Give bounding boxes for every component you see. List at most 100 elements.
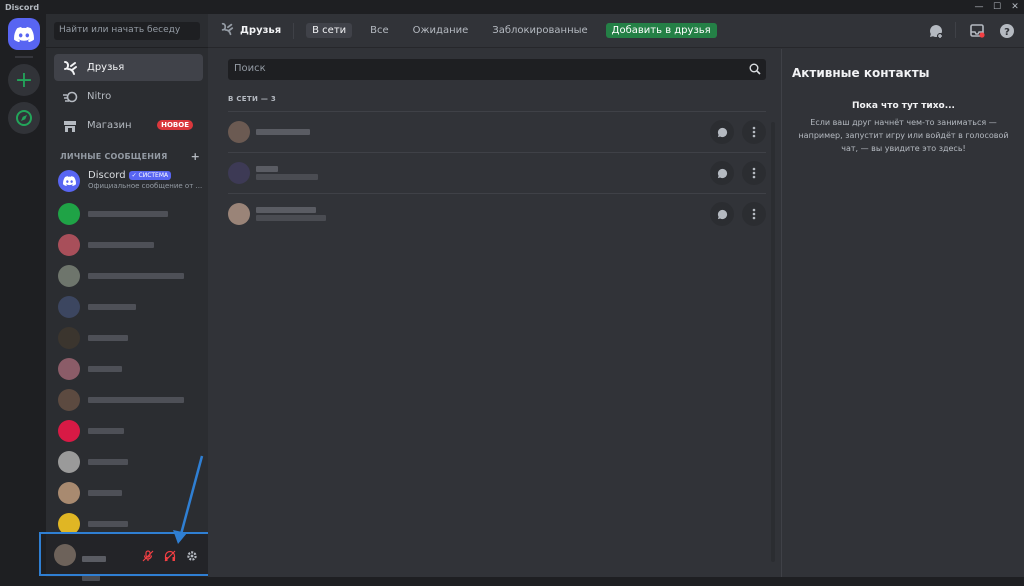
friend-name xyxy=(256,207,316,213)
more-vertical-icon xyxy=(752,167,756,179)
message-button[interactable] xyxy=(710,202,734,226)
scrollbar[interactable] xyxy=(771,122,775,562)
window-titlebar: Discord — ☐ ✕ xyxy=(0,0,1024,14)
dm-text xyxy=(88,520,128,528)
avatar xyxy=(58,420,80,442)
dm-name xyxy=(88,521,128,527)
dm-header-label: ЛИЧНЫЕ СООБЩЕНИЯ xyxy=(60,152,168,161)
explore-servers-button[interactable] xyxy=(8,102,40,134)
annotation-arrow-icon xyxy=(173,455,204,544)
dm-name xyxy=(88,211,168,217)
friend-search-input[interactable]: Поиск xyxy=(228,59,766,80)
new-badge: НОВОЕ xyxy=(157,120,193,130)
dm-name-label: Discord xyxy=(88,170,126,181)
discord-logo-icon xyxy=(14,26,34,42)
dm-text: Discord ✓ СИСТЕМА Официальное сообщение … xyxy=(88,170,202,192)
dm-text xyxy=(88,303,136,311)
header-actions: ? xyxy=(915,22,1016,40)
more-button[interactable] xyxy=(742,161,766,185)
dm-text xyxy=(88,365,122,373)
plus-icon: + xyxy=(14,67,34,93)
main-content: Друзья В сети Все Ожидание Заблокированн… xyxy=(208,14,1024,577)
friend-info xyxy=(256,165,318,181)
dm-item[interactable] xyxy=(54,292,203,322)
message-button[interactable] xyxy=(710,120,734,144)
new-group-dm-button[interactable] xyxy=(927,22,945,40)
chat-bubble-icon xyxy=(717,127,727,137)
add-server-button[interactable]: + xyxy=(8,64,40,96)
empty-state-description: Если ваш друг начнёт чем-то заниматься —… xyxy=(798,118,1009,153)
active-now-panel: Активные контакты Пока что тут тихо... Е… xyxy=(781,49,1024,577)
avatar xyxy=(58,327,80,349)
sidebar-item-label: Магазин xyxy=(87,120,132,131)
sidebar-item-shop[interactable]: Магазин НОВОЕ xyxy=(54,112,203,139)
friend-row[interactable] xyxy=(228,152,766,193)
more-button[interactable] xyxy=(742,120,766,144)
dm-name xyxy=(88,242,154,248)
friend-row[interactable] xyxy=(228,193,766,234)
dm-text xyxy=(88,210,168,218)
sidebar-divider xyxy=(46,47,208,48)
page-title: Друзья xyxy=(220,22,281,39)
avatar xyxy=(58,265,80,287)
search-icon xyxy=(749,63,761,78)
server-divider xyxy=(15,56,33,58)
avatar xyxy=(58,451,80,473)
inbox-icon xyxy=(970,24,985,38)
dm-text xyxy=(88,427,124,435)
new-chat-icon xyxy=(930,25,943,39)
sidebar-item-nitro[interactable]: Nitro xyxy=(54,83,203,110)
minimize-button[interactable]: — xyxy=(970,0,988,14)
maximize-button[interactable]: ☐ xyxy=(988,0,1006,14)
avatar xyxy=(228,203,250,225)
dm-item[interactable] xyxy=(54,385,203,415)
dm-name xyxy=(88,428,124,434)
more-button[interactable] xyxy=(742,202,766,226)
avatar xyxy=(58,234,80,256)
dm-item-discord[interactable]: Discord ✓ СИСТЕМА Официальное сообщение … xyxy=(54,166,203,196)
more-vertical-icon xyxy=(752,126,756,138)
tab-all[interactable]: Все xyxy=(364,23,395,38)
dm-item[interactable] xyxy=(54,354,203,384)
more-vertical-icon xyxy=(752,208,756,220)
friend-status xyxy=(256,215,326,221)
help-button[interactable]: ? xyxy=(998,22,1016,40)
dm-item[interactable] xyxy=(54,323,203,353)
dm-name xyxy=(88,366,122,372)
sidebar-item-friends[interactable]: Друзья xyxy=(54,54,203,81)
dm-text xyxy=(88,489,122,497)
friend-status xyxy=(256,174,318,180)
home-button[interactable] xyxy=(8,18,40,50)
avatar xyxy=(58,296,80,318)
friend-row[interactable] xyxy=(228,111,766,152)
compass-icon xyxy=(16,110,32,126)
friend-actions xyxy=(702,202,766,226)
dm-item[interactable] xyxy=(54,230,203,260)
avatar xyxy=(58,389,80,411)
friend-name xyxy=(256,166,278,172)
chat-bubble-icon xyxy=(717,209,727,219)
friends-icon xyxy=(220,22,234,39)
inbox-button[interactable] xyxy=(968,22,986,40)
sidebar-item-label: Друзья xyxy=(87,62,125,73)
server-rail: + xyxy=(0,14,46,577)
dm-item[interactable] xyxy=(54,261,203,291)
tab-pending[interactable]: Ожидание xyxy=(407,23,475,38)
dm-item[interactable] xyxy=(54,416,203,446)
dm-text xyxy=(88,334,128,342)
search-placeholder: Поиск xyxy=(234,63,266,74)
dm-item[interactable] xyxy=(54,199,203,229)
tab-online[interactable]: В сети xyxy=(306,23,353,38)
friends-list-area: Поиск В СЕТИ — 3 xyxy=(228,59,766,234)
create-dm-button[interactable]: + xyxy=(191,150,200,163)
dm-text xyxy=(88,241,154,249)
discord-logo-icon xyxy=(62,176,76,186)
find-conversation-button[interactable]: Найти или начать беседу xyxy=(54,22,200,40)
close-button[interactable]: ✕ xyxy=(1006,0,1024,14)
tab-blocked[interactable]: Заблокированные xyxy=(486,23,593,38)
add-friend-button[interactable]: Добавить в друзья xyxy=(605,23,717,38)
dm-name xyxy=(88,304,136,310)
nitro-icon xyxy=(61,88,79,106)
message-button[interactable] xyxy=(710,161,734,185)
online-count-label: В СЕТИ — 3 xyxy=(228,95,277,103)
